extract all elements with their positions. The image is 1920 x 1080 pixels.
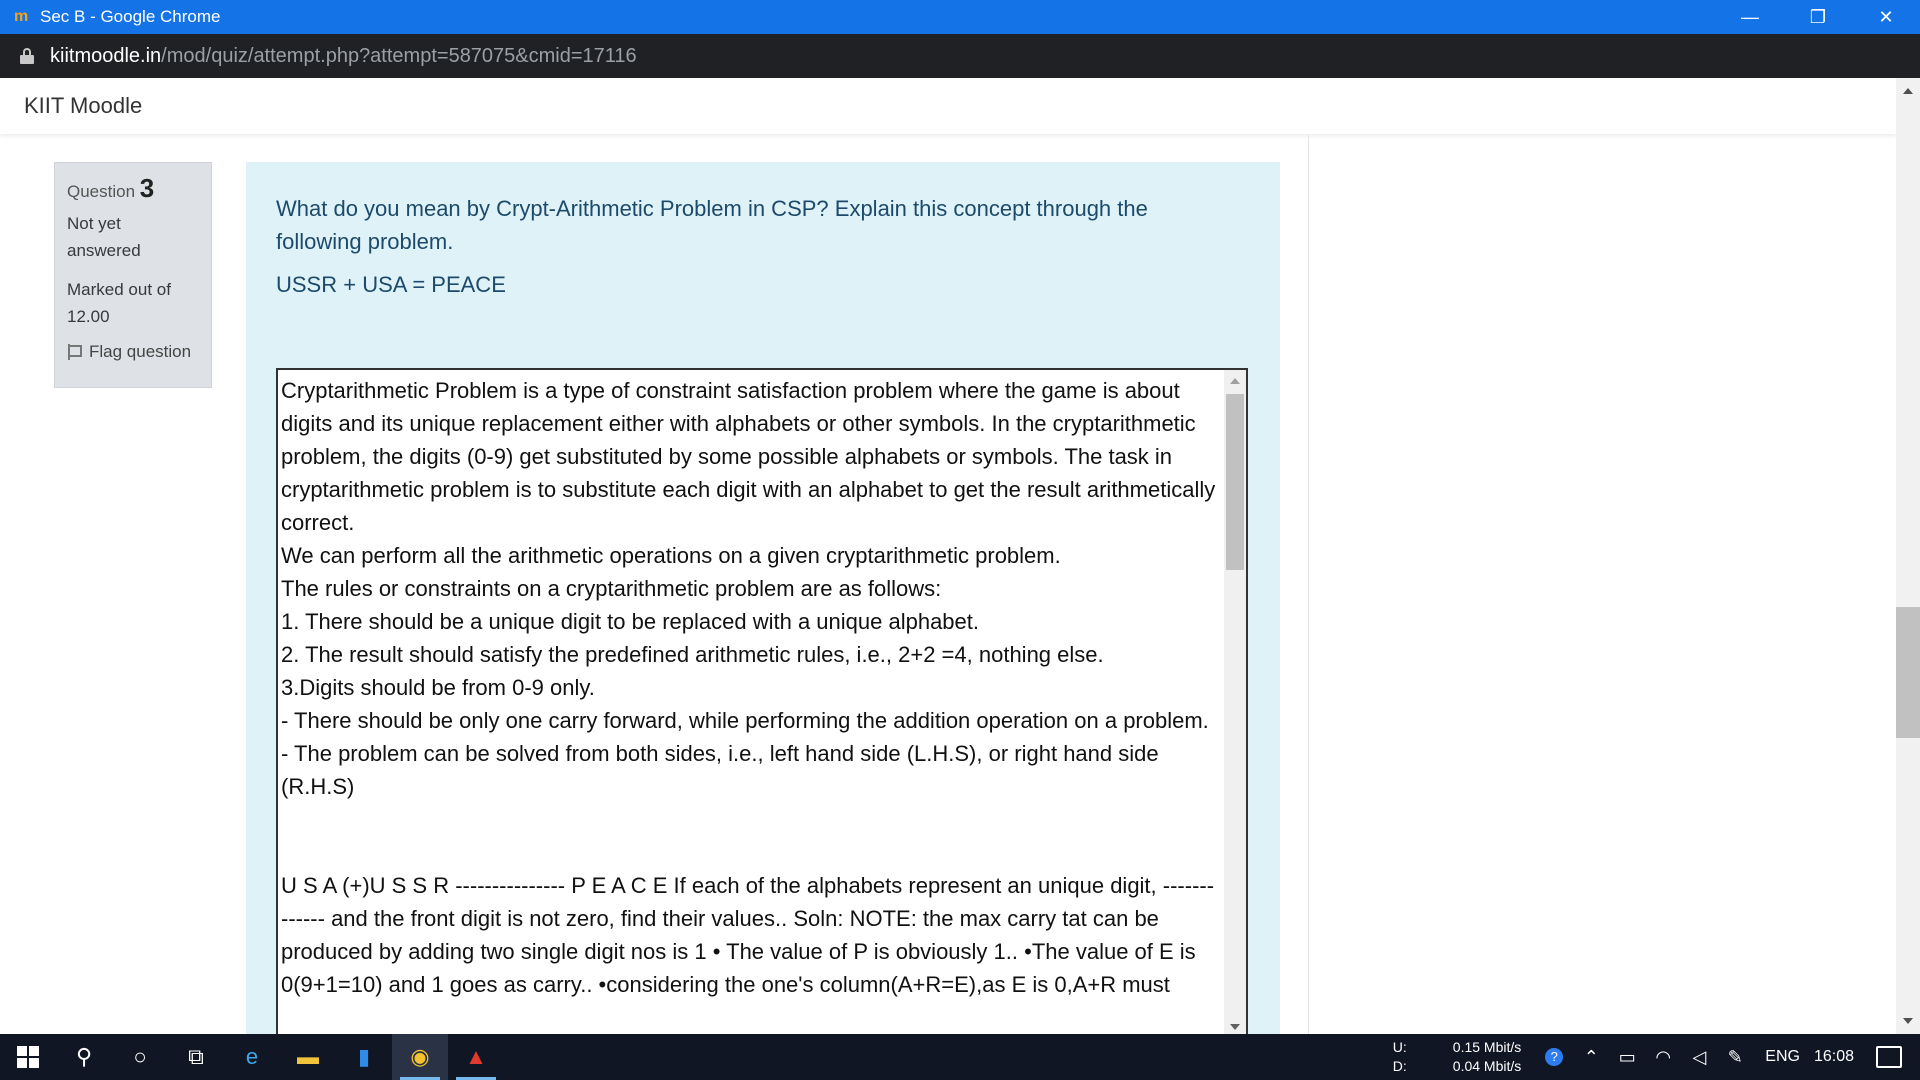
- file-explorer-icon[interactable]: ▬: [280, 1034, 336, 1080]
- url-path: /mod/quiz/attempt.php?attempt=587075&cmi…: [161, 44, 637, 67]
- flag-question-button[interactable]: Flag question: [67, 342, 199, 362]
- wifi-icon[interactable]: ◠: [1645, 1047, 1681, 1068]
- question-info-panel: Question 3 Not yet answered Marked out o…: [54, 162, 212, 388]
- page-scrollbar[interactable]: [1896, 78, 1920, 1034]
- scroll-down-icon[interactable]: [1230, 1024, 1240, 1030]
- windows-logo-icon: [17, 1046, 39, 1068]
- column-divider: [1308, 134, 1309, 1034]
- net-down-value: 0.04 Mbit/s: [1452, 1058, 1522, 1074]
- answer-textarea[interactable]: Cryptarithmetic Problem is a type of con…: [276, 368, 1248, 1034]
- phone-app-icon[interactable]: ▮: [336, 1034, 392, 1080]
- scroll-up-icon[interactable]: [1230, 378, 1240, 384]
- page-scroll-thumb[interactable]: [1896, 607, 1920, 738]
- help-icon[interactable]: ?: [1545, 1048, 1564, 1066]
- notification-icon[interactable]: [1876, 1046, 1902, 1068]
- url-text[interactable]: kiitmoodle.in/mod/quiz/attempt.php?attem…: [50, 45, 637, 68]
- net-down-label: D:: [1392, 1058, 1407, 1074]
- question-state: Not yet answered: [67, 210, 199, 264]
- start-button[interactable]: [0, 1034, 56, 1080]
- question-grade-line1: Marked out of: [67, 280, 171, 299]
- acrobat-icon[interactable]: ▲: [448, 1034, 504, 1080]
- chrome-icon[interactable]: ◉: [392, 1034, 448, 1080]
- flag-icon[interactable]: [67, 344, 82, 360]
- question-grade-line2: 12.00: [67, 307, 110, 326]
- question-prompt: What do you mean by Crypt-Arithmetic Pro…: [276, 196, 1148, 254]
- search-icon[interactable]: ⚲: [56, 1034, 112, 1080]
- pen-icon[interactable]: ✎: [1717, 1047, 1753, 1068]
- net-up-label: U:: [1392, 1039, 1407, 1055]
- answer-scrollbar[interactable]: [1224, 370, 1246, 1034]
- site-navbar: KIIT Moodle: [0, 78, 1896, 134]
- question-state-line2: answered: [67, 241, 141, 260]
- question-content: What do you mean by Crypt-Arithmetic Pro…: [246, 162, 1280, 1034]
- moodle-icon: m: [14, 8, 29, 25]
- net-speed: 0.15 Mbit/s 0.04 Mbit/s: [1453, 1038, 1521, 1076]
- question-label: Question: [67, 182, 136, 201]
- page-scroll-up-icon[interactable]: [1903, 88, 1913, 94]
- chevron-up-icon[interactable]: ⌃: [1573, 1047, 1609, 1068]
- answer-scroll-thumb[interactable]: [1226, 394, 1244, 570]
- question-state-line1: Not yet: [67, 214, 121, 233]
- battery-icon[interactable]: ▭: [1609, 1047, 1645, 1068]
- cortana-icon[interactable]: ○: [112, 1034, 168, 1080]
- windows-taskbar: ⚲ ○ ⧉ e ▬ ▮ ◉ ▲ U: D: 0.15 Mbit/s 0.04 M…: [0, 1034, 1920, 1080]
- net-up-value: 0.15 Mbit/s: [1452, 1039, 1522, 1055]
- address-bar[interactable]: kiitmoodle.in/mod/quiz/attempt.php?attem…: [0, 34, 1920, 78]
- flag-question-label: Flag question: [89, 342, 192, 361]
- lock-icon[interactable]: [20, 48, 34, 64]
- window-title: Sec B - Google Chrome: [40, 7, 221, 26]
- window-titlebar: m Sec B - Google Chrome — ❐ ✕: [0, 0, 1920, 34]
- question-text: What do you mean by Crypt-Arithmetic Pro…: [276, 192, 1236, 301]
- minimize-button[interactable]: —: [1716, 0, 1784, 34]
- question-number: Question 3: [67, 173, 199, 204]
- answer-text[interactable]: Cryptarithmetic Problem is a type of con…: [281, 374, 1221, 1001]
- url-host: kiitmoodle.in: [50, 44, 162, 67]
- question-grade: Marked out of 12.00: [67, 276, 199, 330]
- close-button[interactable]: ✕: [1852, 0, 1920, 34]
- volume-icon[interactable]: ◁: [1681, 1047, 1717, 1068]
- site-brand[interactable]: KIIT Moodle: [24, 93, 142, 119]
- restore-button[interactable]: ❐: [1784, 0, 1852, 34]
- page-scroll-down-icon[interactable]: [1903, 1018, 1913, 1024]
- page-content: KIIT Moodle Question 3 Not yet answered …: [0, 78, 1896, 1034]
- task-view-icon[interactable]: ⧉: [168, 1034, 224, 1080]
- net-labels: U: D:: [1393, 1038, 1407, 1076]
- clock[interactable]: 16:08: [1814, 1048, 1854, 1066]
- language-indicator[interactable]: ENG: [1765, 1048, 1800, 1066]
- system-tray: U: D: 0.15 Mbit/s 0.04 Mbit/s ? ⌃ ▭ ◠ ◁ …: [1393, 1034, 1920, 1080]
- question-equation: USSR + USA = PEACE: [276, 272, 506, 297]
- window-controls: — ❐ ✕: [1716, 0, 1920, 34]
- edge-icon[interactable]: e: [224, 1034, 280, 1080]
- question-number-value: 3: [139, 173, 155, 203]
